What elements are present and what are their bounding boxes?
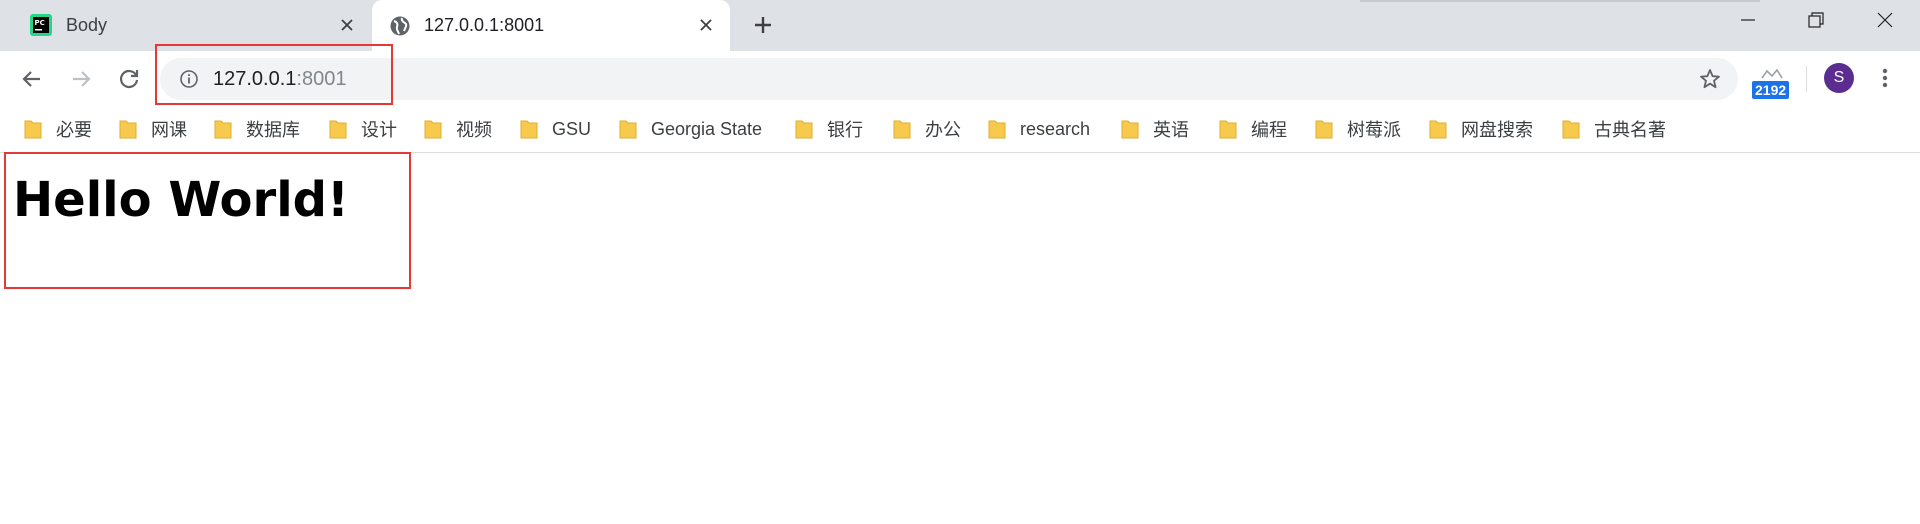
bookmark-label: 数据库 bbox=[246, 120, 300, 140]
tab-title: Body bbox=[66, 15, 108, 35]
svg-text:PC: PC bbox=[35, 19, 45, 27]
close-icon bbox=[341, 19, 353, 31]
bookmark-item[interactable]: 办公 bbox=[893, 114, 961, 144]
bookmark-label: 设计 bbox=[361, 120, 397, 140]
pycharm-icon: PC bbox=[30, 14, 52, 36]
close-tab-button[interactable] bbox=[695, 14, 717, 36]
bookmark-item[interactable]: 视频 bbox=[424, 114, 492, 144]
bookmark-label: Georgia State bbox=[651, 118, 763, 139]
folder-icon bbox=[329, 120, 347, 139]
folder-icon bbox=[119, 120, 137, 139]
folder-icon bbox=[893, 120, 911, 139]
bookmark-label: 古典名著 bbox=[1594, 120, 1666, 140]
restore-button[interactable] bbox=[1804, 8, 1828, 32]
bookmark-label: 办公 bbox=[925, 120, 961, 140]
tab-localhost[interactable]: 127.0.0.1:8001 bbox=[372, 0, 730, 51]
bookmark-item[interactable]: 设计 bbox=[329, 114, 397, 144]
bookmark-item[interactable]: 银行 bbox=[795, 114, 863, 144]
folder-icon bbox=[795, 120, 813, 139]
close-icon bbox=[700, 19, 712, 31]
folder-icon bbox=[1315, 120, 1333, 139]
bookmark-label: 网课 bbox=[151, 120, 187, 140]
bookmark-label: 英语 bbox=[1153, 120, 1189, 140]
bookmark-item[interactable]: 树莓派 bbox=[1315, 114, 1401, 144]
close-window-button[interactable] bbox=[1873, 8, 1897, 32]
bookmark-item[interactable]: 古典名著 bbox=[1562, 114, 1666, 144]
more-menu-icon[interactable] bbox=[1875, 64, 1895, 92]
folder-icon bbox=[988, 120, 1006, 139]
close-tab-button[interactable] bbox=[336, 14, 358, 36]
bookmark-label: 编程 bbox=[1251, 120, 1287, 140]
bookmark-item[interactable]: 网盘搜索 bbox=[1429, 114, 1533, 144]
folder-icon bbox=[619, 120, 637, 139]
bookmark-item[interactable]: GSU bbox=[520, 114, 591, 144]
profile-avatar[interactable]: S bbox=[1824, 63, 1854, 93]
bookmark-item[interactable]: Georgia State bbox=[619, 114, 762, 144]
new-tab-button[interactable] bbox=[751, 13, 775, 37]
minimize-button[interactable] bbox=[1736, 8, 1760, 32]
folder-icon bbox=[214, 120, 232, 139]
bookmark-label: 必要 bbox=[56, 120, 92, 140]
bookmark-item[interactable]: 网课 bbox=[119, 114, 187, 144]
bookmark-label: 视频 bbox=[456, 120, 492, 140]
address-bar[interactable]: 127.0.0.1:8001 bbox=[160, 58, 1738, 100]
toolbar-divider bbox=[1806, 66, 1807, 92]
bookmark-item[interactable]: 英语 bbox=[1121, 114, 1189, 144]
bookmarks-bar: 必要 网课 数据库 设计 视频 GSU Georgia State 银行 办公 research 英… bbox=[0, 106, 1920, 153]
bookmark-label: GSU bbox=[552, 118, 592, 139]
extension-icon bbox=[1761, 68, 1783, 79]
folder-icon bbox=[24, 120, 42, 139]
folder-icon bbox=[1121, 120, 1139, 139]
bookmark-item[interactable]: 数据库 bbox=[214, 114, 300, 144]
bookmark-item[interactable]: 必要 bbox=[24, 114, 92, 144]
address-highlight-box bbox=[155, 44, 393, 105]
folder-icon bbox=[1429, 120, 1447, 139]
bookmark-label: research bbox=[1020, 118, 1091, 139]
bookmark-item[interactable]: 编程 bbox=[1219, 114, 1287, 144]
folder-icon bbox=[1562, 120, 1580, 139]
globe-icon bbox=[390, 16, 410, 36]
folder-icon bbox=[1219, 120, 1237, 139]
folder-icon bbox=[424, 120, 442, 139]
folder-icon bbox=[520, 120, 538, 139]
bookmark-label: 银行 bbox=[827, 120, 863, 140]
extension-badge: 2192 bbox=[1752, 81, 1790, 99]
bookmark-item[interactable]: research bbox=[988, 114, 1090, 144]
back-button[interactable] bbox=[18, 65, 46, 93]
forward-button[interactable] bbox=[67, 65, 95, 93]
bookmark-star-icon[interactable] bbox=[1698, 67, 1722, 91]
tab-title: 127.0.0.1:8001 bbox=[424, 15, 545, 35]
reload-button[interactable] bbox=[115, 65, 143, 93]
bookmark-label: 树莓派 bbox=[1347, 120, 1401, 140]
content-highlight-box bbox=[4, 152, 411, 289]
extension-button[interactable]: 2192 bbox=[1752, 66, 1792, 100]
bookmark-label: 网盘搜索 bbox=[1461, 120, 1533, 140]
window-edge-shadow bbox=[1360, 0, 1760, 2]
